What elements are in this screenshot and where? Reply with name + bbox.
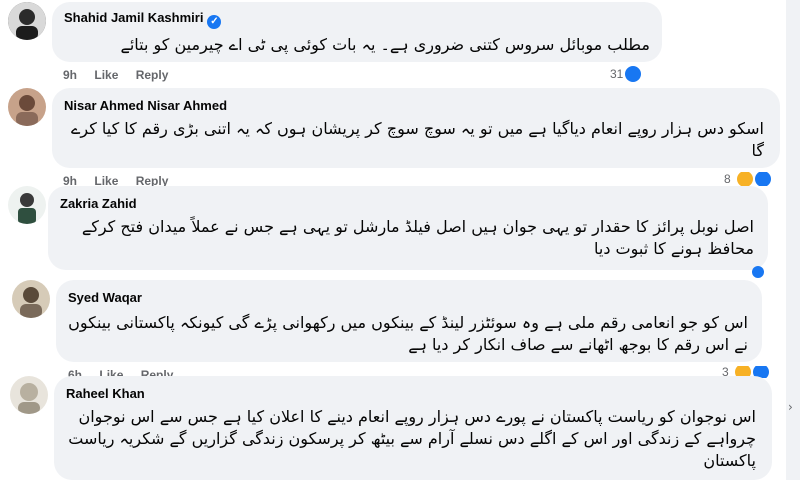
commenter-name[interactable]: Raheel Khan (66, 386, 145, 401)
reaction-number: 8 (724, 172, 731, 186)
avatar[interactable] (12, 280, 50, 318)
avatar-photo (8, 88, 46, 126)
comment-actions: 9h Like Reply (63, 174, 182, 186)
avatar[interactable] (8, 2, 46, 40)
avatar-photo (8, 2, 46, 40)
reaction-count[interactable]: 31 (610, 66, 642, 82)
like-reaction-icon (625, 66, 642, 82)
commenter-name[interactable]: Nisar Ahmed Nisar Ahmed (64, 98, 227, 113)
avatar-photo (10, 376, 48, 414)
verified-badge-icon: ✓ (207, 15, 222, 29)
like-reaction-icon (752, 266, 764, 278)
avatar[interactable] (10, 376, 48, 414)
comment-text: مطلب موبائل سروس کتنی ضروری ہے۔ یہ بات ک… (120, 35, 650, 54)
chevron-right-icon[interactable]: › (788, 400, 796, 416)
comment-text: اس کو جو انعامی رقم ملی ہے وہ سوئٹزر لین… (68, 313, 748, 354)
like-button[interactable]: Like (94, 174, 118, 186)
commenter-name[interactable]: Shahid Jamil Kashmiri ✓ (64, 10, 222, 29)
avatar[interactable] (8, 88, 46, 126)
reply-button[interactable]: Reply (136, 68, 169, 82)
haha-reaction-icon (736, 172, 753, 186)
reaction-count[interactable]: 8 (724, 172, 771, 186)
comment-time[interactable]: 9h (63, 174, 77, 186)
comment-actions: 9h Like Reply (63, 68, 182, 82)
reaction-number: 31 (610, 67, 624, 81)
reply-button[interactable]: Reply (136, 174, 169, 186)
avatar-photo (12, 280, 50, 318)
like-reaction-icon (754, 172, 771, 186)
commenter-name[interactable]: Syed Waqar (68, 290, 142, 305)
reaction-count[interactable] (750, 266, 764, 278)
commenter-name[interactable]: Zakria Zahid (60, 196, 137, 211)
comment-text: اصل نوبل پرائز کا حقدار تو یہی جوان ہیں … (81, 217, 754, 258)
comment-text: اس نوجوان کو ریاست پاکستان نے پورے دس ہز… (68, 407, 756, 470)
like-button[interactable]: Like (94, 68, 118, 82)
comment-time[interactable]: 9h (63, 68, 77, 82)
avatar-photo (8, 186, 46, 224)
avatar[interactable] (8, 186, 46, 224)
comment-text: اسکو دس ہزار روپے انعام دیاگیا ہے میں تو… (70, 119, 764, 160)
